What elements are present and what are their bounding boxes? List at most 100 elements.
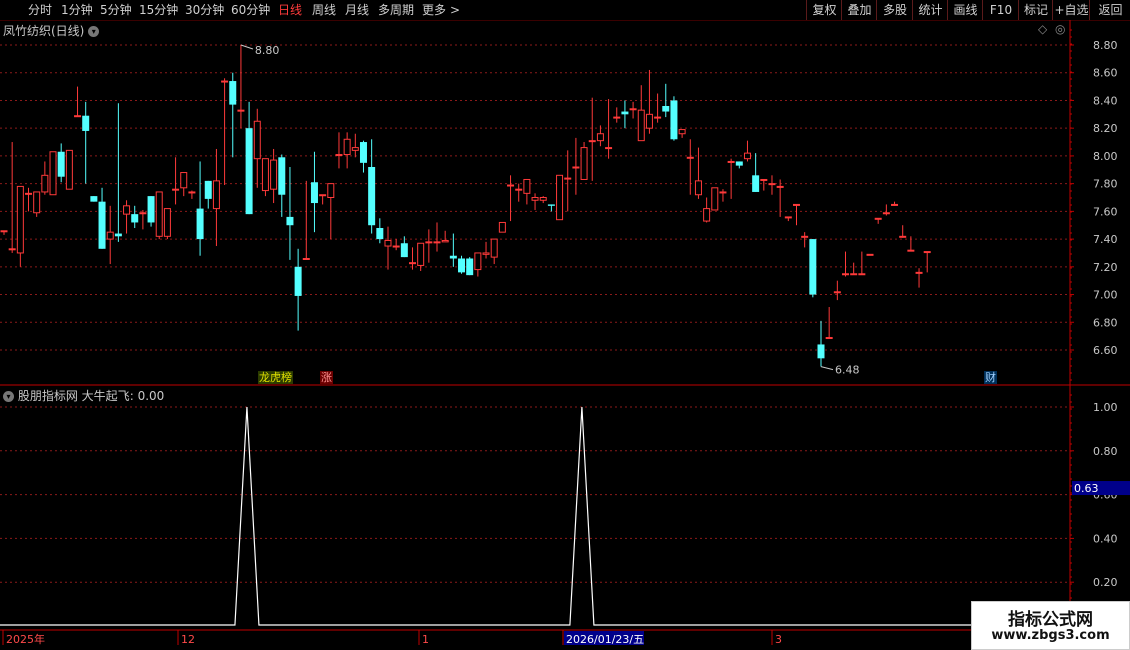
candle-body	[547, 204, 555, 206]
time-axis-label: 1	[422, 633, 429, 646]
candle-body	[874, 217, 882, 220]
candle-body	[556, 174, 564, 221]
candle-body	[98, 201, 106, 249]
time-axis-label: 2026/01/23/五	[566, 633, 644, 646]
candle-body	[891, 203, 899, 206]
candle-body	[825, 337, 833, 340]
candle-body	[711, 187, 719, 211]
finance-tag[interactable]: 财	[984, 371, 997, 384]
candle-body	[776, 185, 784, 188]
candle-body	[172, 188, 180, 191]
low-marker-line	[820, 366, 834, 371]
candle-body	[605, 147, 613, 150]
dragon-tiger-tag[interactable]: 龙虎榜	[258, 371, 293, 384]
candle-body	[49, 151, 57, 196]
candle-body	[654, 116, 662, 119]
candle-body	[801, 235, 809, 238]
candle-body	[384, 239, 392, 247]
settings-diamond-icon[interactable]: ◇	[1038, 22, 1047, 36]
y-tick-label: 7.20	[1093, 261, 1118, 274]
candle-body	[662, 106, 670, 112]
y-tick-label: 8.40	[1093, 94, 1118, 107]
candle-body	[727, 160, 735, 163]
candle-body	[719, 191, 727, 194]
candle-body	[114, 233, 122, 237]
candle-body	[261, 158, 269, 192]
candle-body	[33, 191, 41, 214]
candle-body	[858, 273, 866, 276]
candle-body	[596, 133, 604, 142]
candle-body	[768, 183, 776, 186]
candle-body	[613, 116, 621, 119]
stock-title: 凤竹纺织(日线) ▾	[3, 22, 100, 39]
candle-body	[645, 113, 653, 129]
candle-body	[163, 208, 171, 237]
candle-body	[8, 248, 16, 251]
y-tick-label: 6.60	[1093, 344, 1118, 357]
candle-body	[809, 239, 817, 295]
candle-body	[850, 273, 858, 276]
candle-body	[0, 230, 8, 233]
candle-body	[155, 191, 163, 237]
y-tick-label: 7.00	[1093, 289, 1118, 302]
candle-body	[539, 197, 547, 201]
candle-body	[842, 273, 850, 276]
candle-body	[229, 81, 237, 105]
candle-body	[286, 216, 294, 226]
candle-body	[792, 203, 800, 206]
candle-body	[180, 172, 188, 189]
candle-body	[490, 238, 498, 258]
candle-body	[335, 154, 343, 157]
indicator-y-tick-label: 0.40	[1093, 532, 1118, 545]
chevron-down-icon[interactable]: ▾	[88, 26, 100, 37]
candle-body	[57, 151, 65, 177]
candle-body	[90, 196, 98, 202]
candle-body	[686, 156, 694, 159]
candle-body	[221, 80, 229, 83]
watermark: 指标公式网 www.zbgs3.com	[971, 601, 1130, 650]
chevron-down-icon[interactable]: ▾	[3, 391, 14, 402]
indicator-name: 大牛起飞	[81, 389, 130, 403]
limit-up-tag[interactable]: 涨	[320, 371, 333, 384]
candle-body	[376, 228, 384, 240]
candle-body	[670, 100, 678, 140]
candle-body	[621, 111, 629, 115]
candle-body	[343, 138, 351, 156]
candle-body	[466, 258, 474, 276]
indicator-y-tick-label: 0.20	[1093, 576, 1118, 589]
candle-body	[474, 252, 482, 271]
candle-body	[212, 180, 220, 210]
candle-body	[817, 344, 825, 359]
candle-body	[82, 115, 90, 131]
candle-body	[278, 157, 286, 195]
candle-body	[735, 161, 743, 166]
watermark-line1: 指标公式网	[1008, 610, 1093, 630]
low-marker-label: 6.48	[835, 364, 860, 377]
y-tick-label: 7.80	[1093, 178, 1118, 191]
candle-body	[253, 120, 261, 160]
candle-body	[368, 167, 376, 226]
candle-body	[760, 178, 768, 181]
candle-body	[588, 140, 596, 143]
panel-menu-icon[interactable]: ◎	[1055, 22, 1065, 36]
candle-body	[678, 129, 686, 135]
candle-body	[237, 109, 245, 112]
indicator-source: 股朋指标网	[17, 389, 78, 403]
candle-body	[752, 175, 760, 192]
candle-body	[703, 208, 711, 222]
candle-body	[74, 115, 82, 118]
candle-body	[923, 251, 931, 254]
candle-body	[41, 174, 49, 193]
candle-body	[882, 212, 890, 215]
candle-body	[131, 214, 139, 223]
candle-body	[123, 205, 131, 215]
candle-body	[441, 239, 449, 243]
indicator-series-line	[0, 406, 1070, 626]
indicator-value: 0.00	[137, 389, 165, 403]
candle-body	[531, 197, 539, 201]
indicator-y-tick-label: 0.80	[1093, 445, 1118, 458]
time-axis-label: 3	[775, 633, 782, 646]
y-tick-label: 8.00	[1093, 150, 1118, 163]
candle-body	[425, 241, 433, 244]
candle-body	[564, 177, 572, 180]
